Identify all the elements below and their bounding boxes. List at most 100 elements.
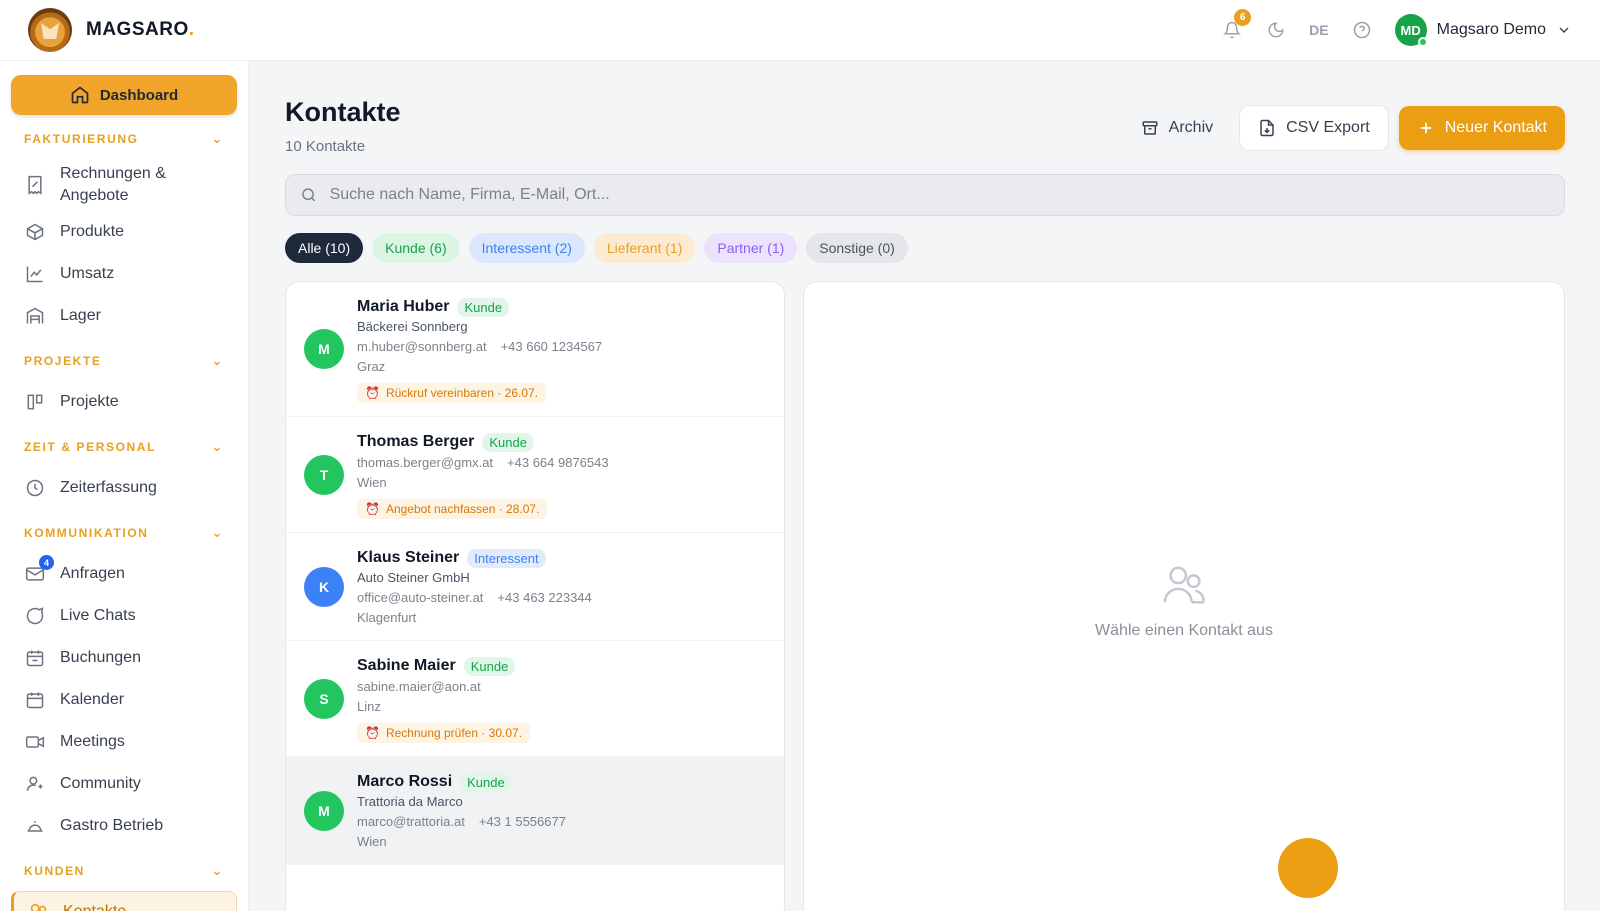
floating-action-button[interactable] bbox=[1278, 838, 1338, 898]
contact-phone: +43 1 5556677 bbox=[478, 814, 566, 829]
sidebar-item-label: Projekte bbox=[60, 393, 119, 410]
avatar: M bbox=[304, 329, 344, 369]
search-input[interactable] bbox=[329, 186, 1550, 204]
alarm-clock-icon: ⏰ bbox=[365, 726, 380, 740]
contact-city: Klagenfurt bbox=[357, 610, 417, 625]
contact-email: thomas.berger@gmx.at bbox=[357, 455, 494, 470]
anfragen-count-badge: 4 bbox=[39, 555, 54, 570]
section-projekte[interactable]: PROJEKTE ⌄ bbox=[11, 341, 237, 381]
reminder-badge: ⏰ Rückruf vereinbaren · 26.07. bbox=[357, 383, 547, 403]
line-chart-icon bbox=[24, 263, 46, 285]
sidebar-item-gastro[interactable]: Gastro Betrieb bbox=[11, 805, 237, 847]
help-button[interactable] bbox=[1351, 19, 1373, 41]
sidebar-item-label: Buchungen bbox=[60, 649, 141, 666]
alarm-clock-icon: ⏰ bbox=[365, 386, 380, 400]
section-kunden[interactable]: KUNDEN ⌄ bbox=[11, 851, 237, 891]
contact-city: Graz bbox=[357, 359, 386, 374]
filter-sonstige[interactable]: Sonstige (0) bbox=[806, 233, 908, 263]
sidebar-item-kontakte[interactable]: Kontakte bbox=[11, 891, 237, 911]
contact-city: Linz bbox=[357, 699, 381, 714]
file-download-icon bbox=[1260, 119, 1274, 137]
language-switch[interactable]: DE bbox=[1309, 22, 1328, 38]
section-kommunikation[interactable]: KOMMUNIKATION ⌄ bbox=[11, 513, 237, 553]
section-fakturierung[interactable]: FAKTURIERUNG ⌄ bbox=[11, 119, 237, 159]
notification-count-badge: 6 bbox=[1234, 9, 1252, 26]
box-icon bbox=[24, 221, 46, 243]
csv-export-label: CSV Export bbox=[1286, 119, 1370, 136]
chevron-down-icon bbox=[1559, 27, 1569, 33]
contact-phone: +43 664 9876543 bbox=[507, 455, 609, 470]
contact-name: Klaus Steiner bbox=[357, 549, 460, 566]
dashboard-button[interactable]: Dashboard bbox=[11, 75, 237, 115]
filter-interessent[interactable]: Interessent (2) bbox=[468, 233, 585, 263]
sidebar-item-meetings[interactable]: Meetings bbox=[11, 721, 237, 763]
sidebar-item-umsatz[interactable]: Umsatz bbox=[11, 253, 237, 295]
contact-item[interactable]: S Sabine Maier Kunde sabine.maier@aon.at … bbox=[286, 641, 784, 757]
filter-chips: Alle (10) Kunde (6) Interessent (2) Lief… bbox=[285, 233, 908, 263]
section-zeit-personal[interactable]: ZEIT & PERSONAL ⌄ bbox=[11, 427, 237, 467]
filter-partner[interactable]: Partner (1) bbox=[704, 233, 798, 263]
csv-export-button[interactable]: CSV Export bbox=[1239, 105, 1389, 151]
filter-lieferant[interactable]: Lieferant (1) bbox=[593, 233, 696, 263]
receipt-icon bbox=[24, 174, 46, 196]
filter-all[interactable]: Alle (10) bbox=[285, 233, 364, 263]
notifications-button[interactable]: 6 bbox=[1221, 9, 1252, 41]
reminder-text: Angebot nachfassen · 28.07. bbox=[385, 502, 540, 516]
sidebar-item-anfragen[interactable]: 4 Anfragen bbox=[11, 553, 237, 595]
video-camera-icon bbox=[24, 731, 46, 753]
contact-name: Thomas Berger bbox=[357, 433, 475, 450]
contact-name: Maria Huber bbox=[357, 298, 450, 315]
sidebar-item-kalender[interactable]: Kalender bbox=[11, 679, 237, 721]
alarm-clock-icon: ⏰ bbox=[365, 502, 380, 516]
contact-name: Sabine Maier bbox=[357, 657, 456, 674]
sidebar-item-produkte[interactable]: Produkte bbox=[11, 211, 237, 253]
warehouse-icon bbox=[24, 305, 46, 327]
sidebar-item-live-chats[interactable]: Live Chats bbox=[11, 595, 237, 637]
sidebar-item-zeiterfassung[interactable]: Zeiterfassung bbox=[11, 467, 237, 509]
contact-name: Marco Rossi bbox=[357, 773, 453, 790]
contact-item[interactable]: M Maria Huber Kunde Bäckerei Sonnberg m.h… bbox=[286, 282, 784, 417]
contact-email: marco@trattoria.at bbox=[357, 814, 465, 829]
reminder-text: Rechnung prüfen · 30.07. bbox=[385, 726, 523, 740]
contact-city: Wien bbox=[357, 834, 387, 849]
reminder-badge: ⏰ Angebot nachfassen · 28.07. bbox=[357, 499, 548, 519]
sidebar-item-label: Meetings bbox=[60, 733, 125, 750]
archive-button[interactable]: Archiv bbox=[1125, 106, 1229, 150]
search-bar[interactable] bbox=[285, 174, 1565, 216]
sidebar-item-projekte[interactable]: Projekte bbox=[11, 381, 237, 423]
new-contact-button[interactable]: Neuer Kontakt bbox=[1398, 106, 1565, 150]
main-content: Kontakte 10 Kontakte Archiv CSV Export N… bbox=[249, 61, 1600, 911]
dashboard-label: Dashboard bbox=[99, 86, 179, 104]
sidebar-item-label: Lager bbox=[60, 307, 101, 324]
avatar: S bbox=[304, 678, 344, 719]
contact-detail-panel: Wähle einen Kontakt aus bbox=[803, 281, 1565, 911]
contact-company: Auto Steiner GmbH bbox=[357, 570, 470, 585]
sidebar-item-rechnungen[interactable]: Rechnungen & Angebote bbox=[11, 159, 237, 211]
brand-logo[interactable]: MAGSARO. bbox=[28, 8, 195, 52]
dark-mode-toggle[interactable] bbox=[1265, 19, 1287, 41]
status-badge: Interessent bbox=[467, 548, 546, 568]
user-menu[interactable]: MD Magsaro Demo bbox=[1394, 14, 1572, 47]
chevron-down-icon: ⌄ bbox=[211, 353, 224, 368]
sidebar-item-community[interactable]: Community bbox=[11, 763, 237, 805]
filter-kunde[interactable]: Kunde (6) bbox=[372, 233, 460, 263]
contact-item[interactable]: M Marco Rossi Kunde Trattoria da Marco ma… bbox=[286, 757, 784, 865]
page-actions: Archiv CSV Export Neuer Kontakt bbox=[1125, 105, 1565, 151]
sidebar-item-label: Anfragen bbox=[60, 565, 125, 582]
contact-item[interactable]: K Klaus Steiner Interessent Auto Steiner … bbox=[286, 533, 784, 641]
contact-item[interactable]: T Thomas Berger Kunde thomas.berger@gmx.a… bbox=[286, 417, 784, 533]
calendar-check-icon bbox=[24, 647, 46, 669]
section-label: FAKTURIERUNG bbox=[24, 132, 139, 146]
sidebar-item-label: Live Chats bbox=[60, 607, 136, 624]
status-badge: Kunde bbox=[482, 432, 534, 452]
section-label: KOMMUNIKATION bbox=[24, 526, 149, 540]
avatar: MD bbox=[1394, 14, 1428, 47]
contact-city: Wien bbox=[357, 475, 387, 490]
sidebar-item-label: Rechnungen & Angebote bbox=[60, 165, 166, 204]
sidebar-item-buchungen[interactable]: Buchungen bbox=[11, 637, 237, 679]
sidebar-item-lager[interactable]: Lager bbox=[11, 295, 237, 337]
online-status-dot bbox=[1417, 37, 1428, 47]
chevron-down-icon: ⌄ bbox=[211, 863, 224, 878]
brand-name: MAGSARO. bbox=[86, 19, 195, 40]
section-label: PROJEKTE bbox=[24, 354, 102, 368]
